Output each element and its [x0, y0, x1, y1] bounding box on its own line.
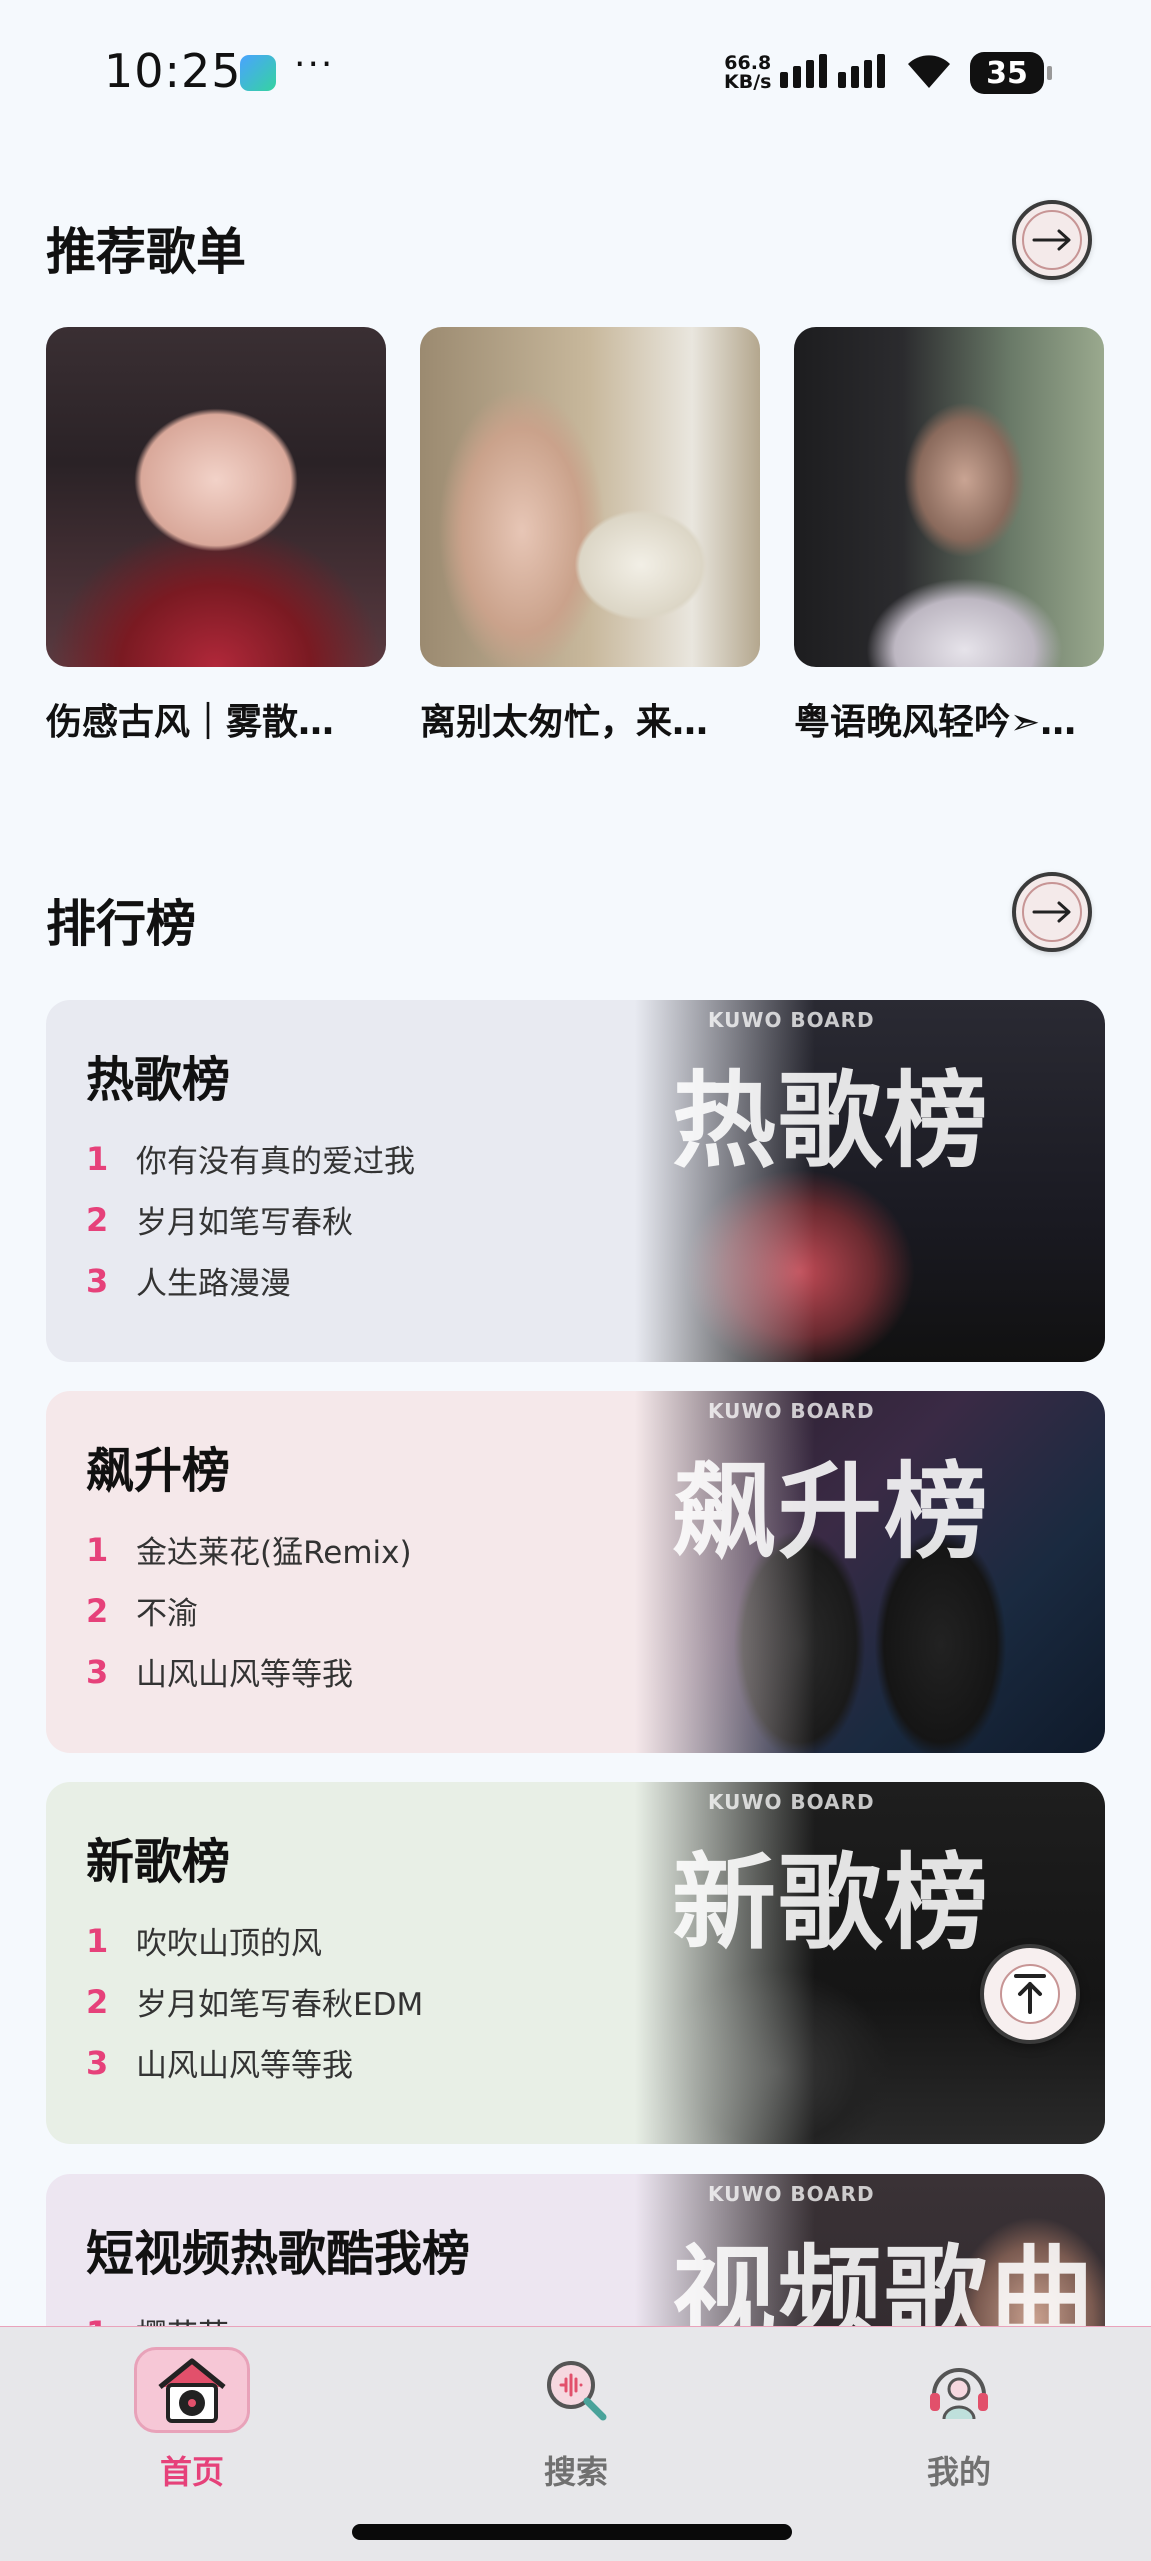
clock: 10:25	[104, 44, 242, 98]
wifi-icon	[908, 55, 950, 88]
playlist-cover	[46, 327, 386, 667]
song-name: 人生路漫漫	[136, 1266, 291, 1302]
arrow-right-icon	[1032, 901, 1071, 923]
rank-card-hot[interactable]: KUWO BOARD 热歌榜 热歌榜 1 你有没有真的爱过我 2 岁月如笔写春秋 3…	[46, 1000, 1105, 1362]
rank-card-title: 短视频热歌酷我榜	[86, 2226, 471, 2282]
playlist-title: 离别太匆忙，来…	[420, 702, 709, 743]
song-name: 山风山风等等我	[136, 1657, 353, 1693]
song-name: 岁月如笔写春秋EDM	[136, 1987, 424, 2023]
rank-number: 2	[86, 1200, 109, 1239]
rank-card-new[interactable]: KUWO BOARD 新歌榜 新歌榜 1 吹吹山顶的风 2 岁月如笔写春秋EDM 3…	[46, 1782, 1105, 2144]
playlist-cover	[794, 327, 1104, 667]
rank-number: 2	[86, 1982, 109, 2021]
rank-song-row[interactable]: 1 金达莱花(猛Remix)	[86, 1519, 412, 1580]
gallery-app-icon	[240, 55, 276, 91]
nav-home[interactable]: 首页	[92, 2347, 292, 2493]
rank-song-row[interactable]: 2 岁月如笔写春秋	[86, 1189, 415, 1250]
net-speed: 66.8 KB/s	[724, 54, 771, 92]
ranking-more-button[interactable]	[1012, 872, 1092, 952]
rank-card-art-text: 新歌榜	[672, 1842, 991, 1964]
playlist-card[interactable]: 离别太匆忙，来…	[420, 327, 760, 745]
rank-card-title: 新歌榜	[86, 1834, 231, 1890]
playlist-card[interactable]: 粤语晚风轻吟➣…	[794, 327, 1104, 745]
search-icon	[518, 2347, 634, 2433]
arrow-right-icon	[1032, 229, 1071, 251]
nav-profile[interactable]: 我的	[859, 2347, 1059, 2493]
home-record-icon	[134, 2347, 250, 2433]
rank-song-row[interactable]: 3 山风山风等等我	[86, 2032, 423, 2093]
back-to-top-button[interactable]	[980, 1944, 1080, 2044]
nav-home-label: 首页	[159, 2453, 224, 2491]
playlist-title: 粤语晚风轻吟➣…	[794, 702, 1077, 743]
song-name: 岁月如笔写春秋	[136, 1205, 353, 1241]
headphone-user-icon	[901, 2347, 1017, 2433]
rank-number: 1	[86, 1530, 109, 1569]
rank-number: 1	[86, 1921, 109, 1960]
arrow-up-icon	[1000, 1964, 1060, 2024]
rank-number: 1	[86, 1139, 109, 1178]
rank-card-rising[interactable]: KUWO BOARD 飙升榜 飙升榜 1 金达莱花(猛Remix) 2 不渝 3 山风…	[46, 1391, 1105, 1753]
rank-card-art-tag: KUWO BOARD	[708, 2182, 875, 2206]
rank-song-row[interactable]: 2 岁月如笔写春秋EDM	[86, 1971, 423, 2032]
rank-number: 3	[86, 1652, 109, 1691]
rank-card-art-tag: KUWO BOARD	[708, 1399, 875, 1423]
battery-indicator: 35	[970, 52, 1052, 94]
rank-song-row[interactable]: 3 山风山风等等我	[86, 1641, 412, 1702]
rank-number: 3	[86, 2043, 109, 2082]
rank-card-title: 飙升榜	[86, 1443, 231, 1499]
status-bar: 10:25 ··· 66.8 KB/s 35	[0, 0, 1151, 150]
nav-search-label: 搜索	[543, 2453, 608, 2491]
playlist-cover	[420, 327, 760, 667]
signal-icon	[780, 54, 885, 88]
recommend-more-button[interactable]	[1012, 200, 1092, 280]
song-name: 你有没有真的爱过我	[136, 1144, 415, 1180]
playlist-title: 伤感古风｜雾散…	[46, 702, 335, 743]
rank-card-art-tag: KUWO BOARD	[708, 1008, 875, 1032]
song-name: 金达莱花(猛Remix)	[136, 1535, 412, 1571]
song-name: 吹吹山顶的风	[136, 1926, 322, 1962]
song-name: 山风山风等等我	[136, 2048, 353, 2084]
rank-card-art-text: 热歌榜	[672, 1060, 991, 1182]
rank-song-row[interactable]: 3 人生路漫漫	[86, 1250, 415, 1311]
playlist-card[interactable]: 伤感古风｜雾散…	[46, 327, 386, 745]
rank-song-row[interactable]: 1 你有没有真的爱过我	[86, 1128, 415, 1189]
ranking-section-title: 排行榜	[46, 895, 196, 953]
recommend-section-title: 推荐歌单	[46, 223, 246, 281]
rank-song-row[interactable]: 1 吹吹山顶的风	[86, 1910, 423, 1971]
rank-card-title: 热歌榜	[86, 1052, 231, 1108]
more-notifications-icon: ···	[294, 44, 335, 85]
rank-card-art-text: 飙升榜	[672, 1451, 991, 1573]
nav-profile-label: 我的	[926, 2453, 991, 2491]
rank-number: 3	[86, 1261, 109, 1300]
song-name: 不渝	[136, 1596, 198, 1632]
rank-song-row[interactable]: 2 不渝	[86, 1580, 412, 1641]
rank-card-art-tag: KUWO BOARD	[708, 1790, 875, 1814]
net-speed-unit: KB/s	[724, 71, 772, 93]
rank-number: 2	[86, 1591, 109, 1630]
home-indicator[interactable]	[352, 2524, 792, 2540]
nav-search[interactable]: 搜索	[476, 2347, 676, 2493]
